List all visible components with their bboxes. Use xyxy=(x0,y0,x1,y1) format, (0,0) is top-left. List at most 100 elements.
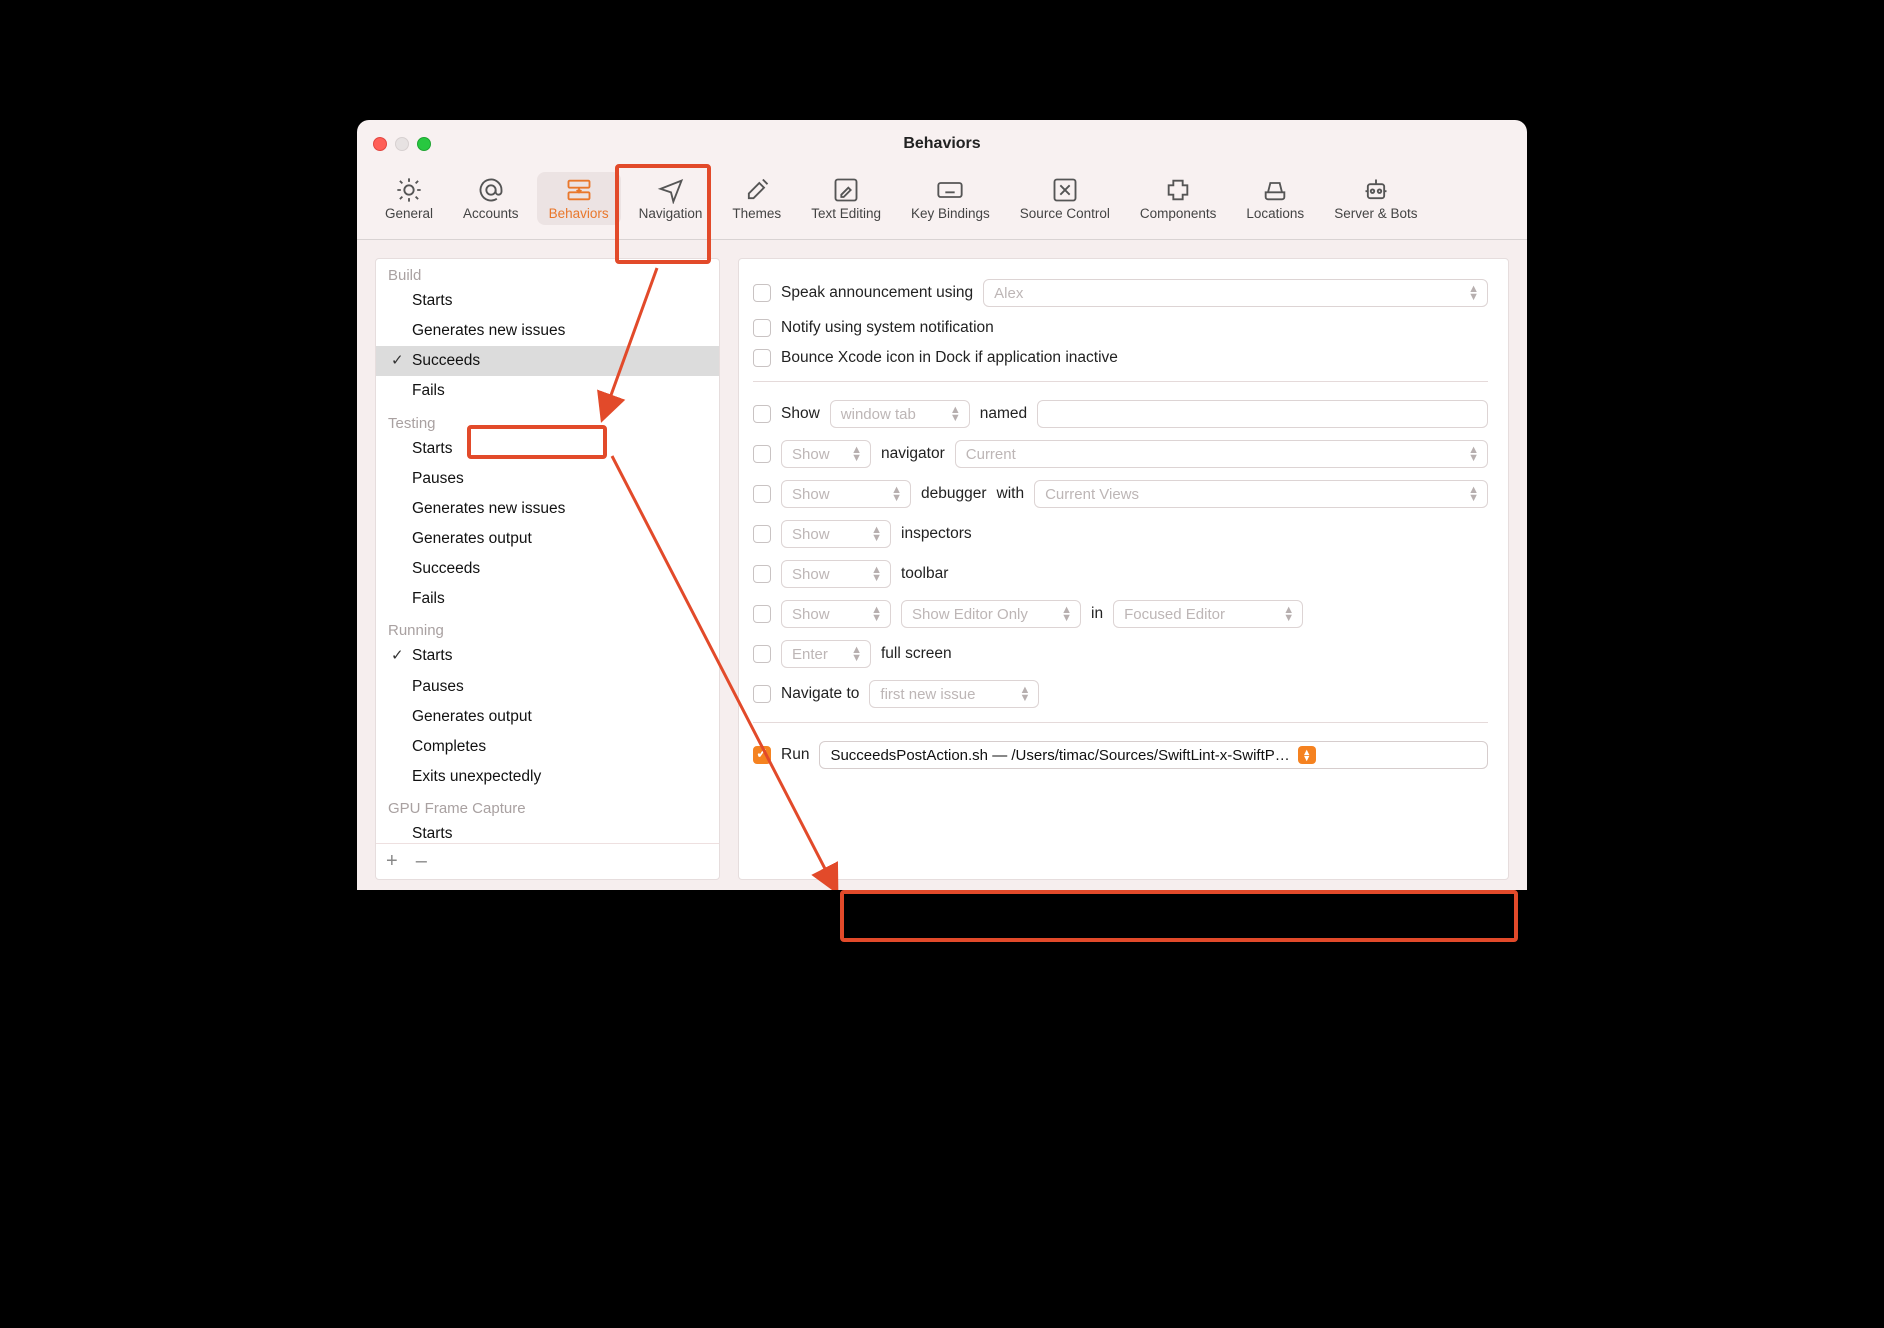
tab-label: Locations xyxy=(1246,206,1304,221)
show-insp-checkbox[interactable] xyxy=(753,525,771,543)
tab-accounts[interactable]: Accounts xyxy=(451,172,531,225)
sidebar-item-testing-fails[interactable]: Fails xyxy=(376,584,719,614)
show-dbg-action-select[interactable]: Show ▲▼ xyxy=(781,480,911,508)
annotation-box xyxy=(840,890,1518,942)
chevron-updown-icon: ▲▼ xyxy=(871,566,880,582)
speak-voice-select[interactable]: Alex ▲▼ xyxy=(983,279,1488,307)
chevron-updown-icon: ▲▼ xyxy=(871,526,880,542)
sidebar-item-testing-pauses[interactable]: Pauses xyxy=(376,464,719,494)
show-dbg-checkbox[interactable] xyxy=(753,485,771,503)
sidebar-group-testing: Testing xyxy=(376,407,719,434)
notify-label: Notify using system notification xyxy=(781,319,994,337)
sidebar-item-build-fails[interactable]: Fails xyxy=(376,376,719,406)
run-label: Run xyxy=(781,746,809,764)
tab-behaviors[interactable]: Behaviors xyxy=(537,172,621,225)
show-editor-action-select[interactable]: Show ▲▼ xyxy=(781,600,891,628)
notify-checkbox[interactable] xyxy=(753,319,771,337)
divider xyxy=(753,722,1488,723)
tab-components[interactable]: Components xyxy=(1128,172,1229,225)
show-nav-value-select[interactable]: Current ▲▼ xyxy=(955,440,1488,468)
sidebar-item-running-completes[interactable]: Completes xyxy=(376,732,719,762)
sidebar-footer: + – xyxy=(376,843,719,879)
sidebar-item-testing-new-issues[interactable]: Generates new issues xyxy=(376,494,719,524)
toolbar-label: toolbar xyxy=(901,565,948,583)
sidebar-item-running-pauses[interactable]: Pauses xyxy=(376,672,719,702)
sidebar-item-build-succeeds[interactable]: ✓Succeeds xyxy=(376,346,719,376)
bounce-checkbox[interactable] xyxy=(753,349,771,367)
chevron-updown-icon: ▲▼ xyxy=(871,606,880,622)
show-nav-checkbox[interactable] xyxy=(753,445,771,463)
tab-text-editing[interactable]: Text Editing xyxy=(799,172,893,225)
chevron-updown-icon: ▲▼ xyxy=(851,446,860,462)
show-toolbar-checkbox[interactable] xyxy=(753,565,771,583)
navigate-label: Navigate to xyxy=(781,685,859,703)
sidebar-item-running-output[interactable]: Generates output xyxy=(376,702,719,732)
tab-general[interactable]: General xyxy=(373,172,445,225)
window-title: Behaviors xyxy=(357,135,1527,153)
show-tab-select[interactable]: window tab ▲▼ xyxy=(830,400,970,428)
chevron-updown-icon: ▲▼ xyxy=(950,406,959,422)
sidebar-item-testing-starts[interactable]: Starts xyxy=(376,434,719,464)
sidebar-item-gpu-starts[interactable]: Starts xyxy=(376,819,719,843)
sidebar-group-running: Running xyxy=(376,614,719,641)
run-script-select[interactable]: SucceedsPostAction.sh — /Users/timac/Sou… xyxy=(819,741,1488,769)
show-nav-action-select[interactable]: Show ▲▼ xyxy=(781,440,871,468)
fullscreen-action-select[interactable]: Enter ▲▼ xyxy=(781,640,871,668)
sidebar-item-running-starts[interactable]: ✓Starts xyxy=(376,641,719,671)
run-checkbox[interactable] xyxy=(753,746,771,764)
titlebar: Behaviors xyxy=(357,120,1527,168)
tab-server-bots[interactable]: Server & Bots xyxy=(1322,172,1429,225)
add-behavior-button[interactable]: + xyxy=(386,850,398,873)
show-editor-checkbox[interactable] xyxy=(753,605,771,623)
remove-behavior-button[interactable]: – xyxy=(416,850,427,873)
puzzle-icon xyxy=(1164,178,1192,202)
at-icon xyxy=(477,178,505,202)
tab-label: Key Bindings xyxy=(911,206,990,221)
show-editor-mode-select[interactable]: Show Editor Only ▲▼ xyxy=(901,600,1081,628)
show-dbg-value-select[interactable]: Current Views ▲▼ xyxy=(1034,480,1488,508)
check-icon: ✓ xyxy=(391,646,404,666)
chevron-updown-icon: ▲▼ xyxy=(1020,686,1029,702)
sidebar-group-gpu: GPU Frame Capture xyxy=(376,792,719,819)
preferences-body: Build Starts Generates new issues ✓Succe… xyxy=(357,240,1527,890)
tab-locations[interactable]: Locations xyxy=(1234,172,1316,225)
divider xyxy=(753,381,1488,382)
tab-label: Navigation xyxy=(639,206,703,221)
chevron-updown-icon: ▲▼ xyxy=(1468,446,1477,462)
speak-label: Speak announcement using xyxy=(781,284,973,302)
navigate-target-select[interactable]: first new issue ▲▼ xyxy=(869,680,1039,708)
preferences-toolbar: General Accounts Behaviors Navigation xyxy=(357,168,1527,240)
chevron-updown-icon: ▲▼ xyxy=(1468,486,1477,502)
fullscreen-checkbox[interactable] xyxy=(753,645,771,663)
sidebar-item-build-starts[interactable]: Starts xyxy=(376,286,719,316)
fullscreen-label: full screen xyxy=(881,645,952,663)
behavior-settings-panel: Speak announcement using Alex ▲▼ Notify … xyxy=(738,258,1509,880)
show-editor-target-select[interactable]: Focused Editor ▲▼ xyxy=(1113,600,1303,628)
behaviors-sidebar: Build Starts Generates new issues ✓Succe… xyxy=(375,258,720,880)
tab-name-input[interactable] xyxy=(1037,400,1488,428)
chevron-updown-icon: ▲▼ xyxy=(1298,746,1316,764)
preferences-window: Behaviors General Accounts Behaviors xyxy=(357,120,1527,890)
tab-navigation[interactable]: Navigation xyxy=(627,172,715,225)
debugger-label: debugger xyxy=(921,485,987,503)
tab-label: Source Control xyxy=(1020,206,1110,221)
sidebar-item-testing-succeeds[interactable]: Succeeds xyxy=(376,554,719,584)
chevron-updown-icon: ▲▼ xyxy=(891,486,900,502)
show-tab-checkbox[interactable] xyxy=(753,405,771,423)
behaviors-icon xyxy=(565,178,593,202)
speak-checkbox[interactable] xyxy=(753,284,771,302)
named-label: named xyxy=(980,405,1027,423)
sidebar-item-testing-output[interactable]: Generates output xyxy=(376,524,719,554)
navigation-icon xyxy=(657,178,685,202)
navigate-checkbox[interactable] xyxy=(753,685,771,703)
sidebar-item-running-exits[interactable]: Exits unexpectedly xyxy=(376,762,719,792)
tab-label: General xyxy=(385,206,433,221)
tab-key-bindings[interactable]: Key Bindings xyxy=(899,172,1002,225)
sidebar-item-build-new-issues[interactable]: Generates new issues xyxy=(376,316,719,346)
show-insp-action-select[interactable]: Show ▲▼ xyxy=(781,520,891,548)
tab-label: Server & Bots xyxy=(1334,206,1417,221)
gear-icon xyxy=(395,178,423,202)
tab-themes[interactable]: Themes xyxy=(720,172,793,225)
show-toolbar-action-select[interactable]: Show ▲▼ xyxy=(781,560,891,588)
tab-source-control[interactable]: Source Control xyxy=(1008,172,1122,225)
